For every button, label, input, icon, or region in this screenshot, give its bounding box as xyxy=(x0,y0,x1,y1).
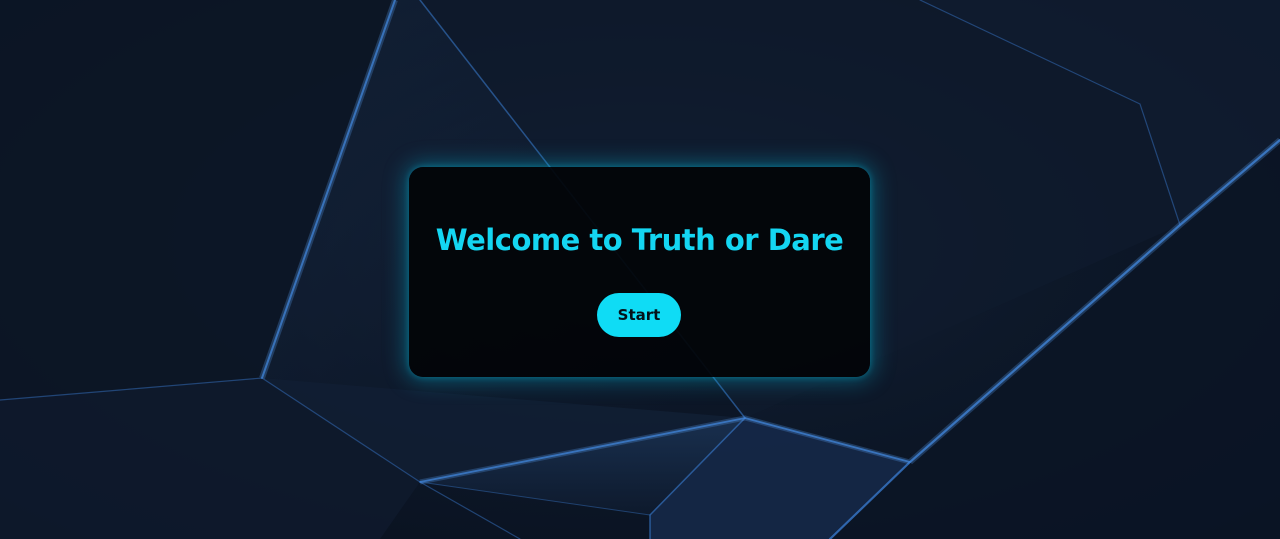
welcome-title: Welcome to Truth or Dare xyxy=(435,223,844,257)
app-background: Welcome to Truth or Dare Start xyxy=(0,0,1280,539)
start-button[interactable]: Start xyxy=(597,293,681,337)
welcome-card: Welcome to Truth or Dare Start xyxy=(409,167,870,377)
